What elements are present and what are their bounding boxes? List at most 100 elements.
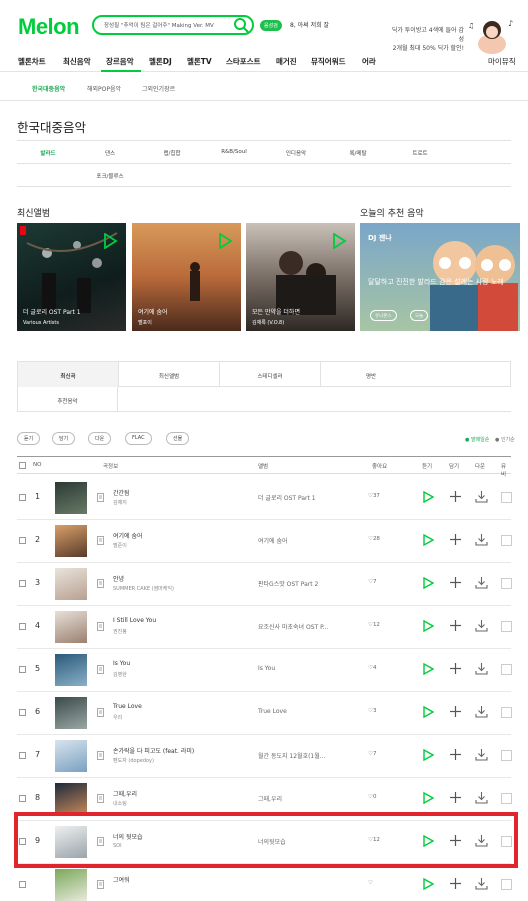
mv-icon[interactable] [501, 535, 512, 546]
play-icon[interactable] [422, 663, 434, 675]
album-artist[interactable]: 김재록 (V.O.8) [252, 319, 284, 326]
song-artist[interactable]: 권진봉 [113, 628, 127, 635]
album-thumbnail[interactable] [55, 740, 87, 772]
nav-extra[interactable]: 어라 [362, 56, 376, 67]
add-icon[interactable] [449, 662, 462, 675]
song-artist[interactable]: 김예지 [113, 499, 127, 506]
subnav-other[interactable]: 그외인기장르 [142, 84, 175, 93]
song-title[interactable]: True Love [113, 703, 142, 710]
select-all-checkbox[interactable] [19, 462, 26, 469]
row-checkbox[interactable] [19, 580, 26, 587]
download-icon[interactable] [475, 662, 488, 675]
song-artist[interactable]: 내소팅 [113, 800, 127, 807]
download-icon[interactable] [475, 791, 488, 804]
play-icon[interactable] [102, 233, 118, 249]
row-checkbox[interactable] [19, 666, 26, 673]
album-thumbnail[interactable] [55, 525, 87, 557]
like-count[interactable]: ♡37 [368, 493, 380, 499]
row-checkbox[interactable] [19, 494, 26, 501]
add-icon[interactable] [449, 748, 462, 761]
download-icon[interactable] [475, 877, 488, 890]
album-thumbnail[interactable] [55, 611, 87, 643]
album-card-3[interactable]: 모든 만약을 더하면 김재록 (V.O.8) [246, 223, 355, 331]
album-title[interactable]: 더 글로리 OST Part 1 [23, 307, 81, 316]
table-row[interactable]: 4 I Still Love You 권진봉 요조신사 마초숙녀 OST P..… [17, 606, 512, 649]
download-icon[interactable] [475, 705, 488, 718]
voice-search-badge[interactable]: 음성검 [260, 20, 282, 31]
mv-icon[interactable] [501, 793, 512, 804]
add-icon[interactable] [449, 619, 462, 632]
add-icon[interactable] [449, 705, 462, 718]
play-icon[interactable] [422, 749, 434, 761]
like-count[interactable]: ♡0 [368, 794, 376, 800]
mv-icon[interactable] [501, 578, 512, 589]
add-all-button[interactable]: 담기 [52, 432, 76, 445]
nav-awards[interactable]: 뮤직어워드 [311, 56, 346, 67]
tab-latest-albums[interactable]: 최신앨범 [118, 362, 219, 387]
genre-dance[interactable]: 댄스 [79, 142, 141, 162]
mv-icon[interactable] [501, 492, 512, 503]
song-artist[interactable]: 우리 [113, 714, 122, 721]
song-info-icon[interactable] [97, 794, 104, 803]
dj-tag-button[interactable]: 유니온스 [370, 310, 397, 321]
subnav-pop[interactable]: 해외POP음악 [87, 84, 121, 93]
add-icon[interactable] [449, 490, 462, 503]
like-count[interactable]: ♡28 [368, 536, 380, 542]
table-row[interactable]: 1 간간됨 김예지 더 글로리 OST Part 1 ♡37 [17, 477, 512, 520]
nav-latest[interactable]: 최신음악 [63, 56, 91, 67]
play-icon[interactable] [217, 233, 233, 249]
search-input[interactable]: 장성필 "추억이 팀은 걸어주" Making Ver. MV [92, 15, 254, 35]
album-thumbnail[interactable] [55, 869, 87, 901]
song-album[interactable]: 월간 동도지 12월호(1월... [258, 751, 326, 760]
table-row[interactable]: 그여워 ♡ [17, 864, 512, 901]
genre-hiphop[interactable]: 랩/힙합 [141, 142, 203, 162]
album-artist[interactable]: Various Artists [23, 320, 59, 326]
like-count[interactable]: ♡12 [368, 622, 380, 628]
row-checkbox[interactable] [19, 537, 26, 544]
table-row[interactable]: 7 손가락을 다 피고도 (feat. 라미) 펜도자 (dopedoy) 월간… [17, 735, 512, 778]
tab-recommend[interactable]: 추천음악 [18, 387, 118, 412]
user-name[interactable]: 8, 아써 저희 잘 [290, 20, 329, 29]
search-icon[interactable] [233, 17, 249, 33]
genre-folk[interactable]: 포크/블루스 [79, 165, 141, 185]
song-info-icon[interactable] [97, 536, 104, 545]
download-icon[interactable] [475, 619, 488, 632]
add-icon[interactable] [449, 877, 462, 890]
song-title[interactable]: I Still Love You [113, 617, 156, 624]
promo-banner-text[interactable]: 딕가 투이방고 4색에 들어 감성 2개월 최대 50% 딕가 할인! [389, 26, 464, 53]
nav-mymusic[interactable]: 마이뮤직 [488, 56, 516, 67]
download-button[interactable]: 다운 [88, 432, 112, 445]
song-artist[interactable]: 벨준이 [113, 542, 127, 549]
song-info-icon[interactable] [97, 579, 104, 588]
song-album[interactable]: 그때,우리 [258, 794, 282, 803]
genre-trot[interactable]: 트로트 [389, 142, 451, 162]
song-album[interactable]: True Love [258, 708, 287, 715]
like-count[interactable]: ♡7 [368, 751, 376, 757]
song-artist[interactable]: 펜도자 (dopedoy) [113, 757, 154, 764]
song-artist[interactable]: SUMMER CAKE (썸머케익) [113, 585, 174, 592]
nav-genre[interactable]: 장르음악 [106, 56, 134, 67]
album-thumbnail[interactable] [55, 482, 87, 514]
like-count[interactable]: ♡3 [368, 708, 376, 714]
song-info-icon[interactable] [97, 880, 104, 889]
song-title[interactable]: Is You [113, 660, 130, 667]
album-thumbnail[interactable] [55, 783, 87, 815]
sort-by-date[interactable]: ● 발매일순 [465, 436, 489, 443]
add-icon[interactable] [449, 791, 462, 804]
nav-starpost[interactable]: 스타포스트 [226, 56, 261, 67]
download-icon[interactable] [475, 576, 488, 589]
mv-icon[interactable] [501, 621, 512, 632]
mv-icon[interactable] [501, 664, 512, 675]
song-title[interactable]: 그여워 [113, 875, 130, 884]
genre-indie[interactable]: 인디음악 [265, 142, 327, 162]
play-icon[interactable] [422, 878, 434, 890]
add-icon[interactable] [449, 533, 462, 546]
add-icon[interactable] [449, 576, 462, 589]
play-all-button[interactable]: 듣기 [17, 432, 41, 445]
album-thumbnail[interactable] [55, 654, 87, 686]
song-artist[interactable]: 김영완 [113, 671, 127, 678]
dj-description[interactable]: 달달하고 진진한 발라드 감은 설레는 사랑 노래 [368, 277, 508, 287]
table-row[interactable]: 5 Is You 김영완 Is You ♡4 [17, 649, 512, 692]
nav-tv[interactable]: 멜론TV [187, 56, 212, 67]
song-album[interactable]: 판타G스맛 OST Part 2 [258, 579, 318, 588]
